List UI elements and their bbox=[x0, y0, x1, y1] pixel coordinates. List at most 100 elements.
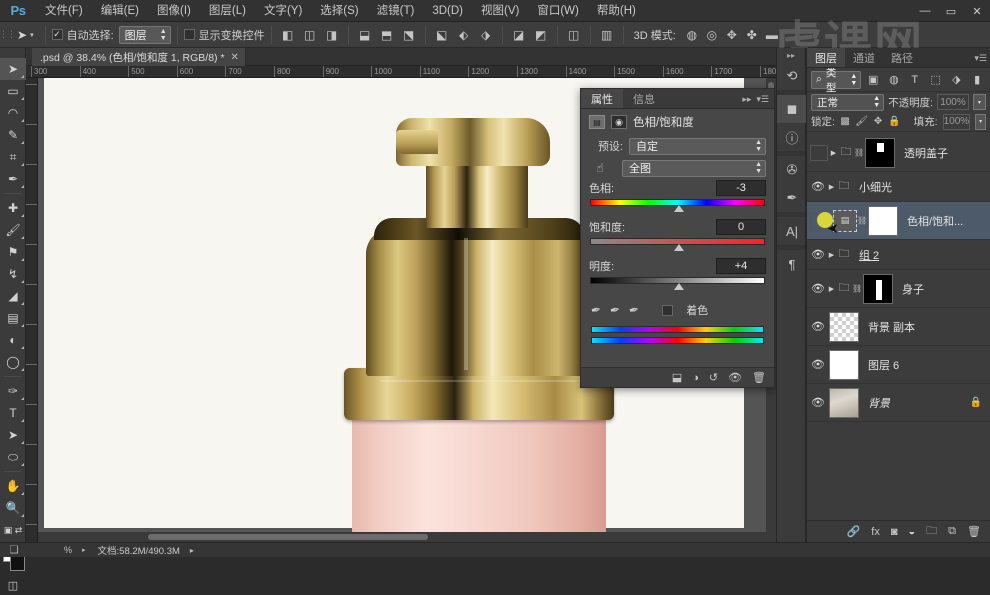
layer-name[interactable]: 背景 bbox=[868, 395, 890, 411]
saturation-slider-thumb[interactable] bbox=[674, 244, 684, 251]
opacity-value[interactable]: 100% bbox=[937, 94, 969, 110]
eyedropper-subtract-icon[interactable]: ✒ bbox=[628, 302, 640, 318]
roll-3d-icon[interactable]: ◎ bbox=[702, 25, 722, 45]
show-transform-checkbox[interactable] bbox=[183, 29, 195, 40]
menu-filter[interactable]: 滤镜(T) bbox=[368, 0, 424, 22]
layer-thumbnail[interactable] bbox=[829, 349, 859, 380]
expand-group-icon[interactable]: ▶ bbox=[827, 285, 836, 293]
layers-panel-menu-icon[interactable]: ▾☰ bbox=[974, 48, 987, 68]
layer-name[interactable]: 小细光 bbox=[859, 179, 892, 195]
layer-visibility-toggle[interactable]: 👁 bbox=[809, 396, 827, 409]
align-left-icon[interactable]: ◧ bbox=[278, 25, 298, 45]
canvas-horizontal-scrollbar[interactable] bbox=[38, 532, 766, 542]
quick-mask-toggle[interactable]: ◫ bbox=[0, 575, 26, 595]
lock-transparent-pixels-icon[interactable]: ▩ bbox=[840, 115, 850, 129]
canvas-hscroll-thumb[interactable] bbox=[148, 534, 428, 540]
align-right-icon[interactable]: ◨ bbox=[322, 25, 342, 45]
table-row[interactable]: ▶ 🗀 ⛓ 透明盖子 bbox=[807, 134, 990, 172]
tool-gradient[interactable]: ▤ bbox=[0, 307, 26, 329]
tool-blur[interactable]: ◐ bbox=[0, 329, 26, 351]
tool-marquee[interactable]: ▭ bbox=[0, 80, 26, 102]
dock-brushes-icon[interactable]: ✇ bbox=[777, 156, 807, 184]
distribute-top-icon[interactable]: ⬕ bbox=[432, 25, 452, 45]
auto-align-icon[interactable]: ▥ bbox=[597, 25, 617, 45]
filter-shape-icon[interactable]: ⬚ bbox=[927, 71, 945, 89]
align-top-icon[interactable]: ⬓ bbox=[355, 25, 375, 45]
menu-type[interactable]: 文字(Y) bbox=[255, 0, 311, 22]
menu-layer[interactable]: 图层(L) bbox=[200, 0, 255, 22]
minimize-button[interactable]: — bbox=[912, 0, 938, 22]
tool-lasso[interactable]: ◠ bbox=[0, 102, 26, 124]
layer-list[interactable]: ▶ 🗀 ⛓ 透明盖子 👁 ▶ 🗀 小细光 ▤ ⛓ 色相/饱和... ➤ 👁 ▶ … bbox=[807, 134, 990, 520]
tab-properties[interactable]: 属性 bbox=[581, 89, 623, 108]
layer-visibility-toggle[interactable]: 👁 bbox=[809, 282, 827, 295]
table-row[interactable]: 👁 图层 6 bbox=[807, 346, 990, 384]
reset-icon[interactable]: ↺ bbox=[709, 371, 718, 384]
dock-paragraph-icon[interactable]: ¶ bbox=[777, 250, 807, 278]
distribute-vcenter-icon[interactable]: ⬖ bbox=[454, 25, 474, 45]
auto-select-dropdown[interactable]: 图层 ▲ ▼ bbox=[118, 25, 171, 44]
menu-select[interactable]: 选择(S) bbox=[311, 0, 367, 22]
new-group-icon[interactable]: 🗀 bbox=[926, 522, 937, 541]
hue-slider-thumb[interactable] bbox=[674, 205, 684, 212]
table-row[interactable]: 👁 ▶ 🗀 组 2 bbox=[807, 240, 990, 270]
table-row[interactable]: 👁 ▶ 🗀 ⛓ 身子 bbox=[807, 270, 990, 308]
table-row[interactable]: 👁 ▶ 🗀 小细光 bbox=[807, 172, 990, 202]
preset-dropdown[interactable]: 自定 ▲ ▼ bbox=[629, 137, 766, 155]
filter-type-icon[interactable]: T bbox=[906, 71, 924, 89]
expand-group-icon[interactable]: ▶ bbox=[827, 251, 836, 259]
collapse-icon[interactable]: ▸▸ bbox=[742, 94, 751, 105]
layer-thumbnail[interactable] bbox=[829, 387, 859, 418]
menu-image[interactable]: 图像(I) bbox=[148, 0, 200, 22]
tool-eyedropper[interactable]: ✒ bbox=[0, 168, 26, 190]
layer-name[interactable]: 身子 bbox=[902, 281, 924, 297]
dock-info-icon[interactable]: ⓘ bbox=[777, 123, 807, 151]
lock-image-pixels-icon[interactable]: 🖌 bbox=[855, 115, 868, 129]
tool-dodge[interactable]: ◯ bbox=[0, 351, 26, 373]
layer-name[interactable]: 透明盖子 bbox=[904, 145, 948, 161]
layer-mask-thumbnail[interactable] bbox=[865, 137, 895, 168]
lock-all-icon[interactable]: 🔒 bbox=[888, 115, 900, 129]
clip-to-layer-icon[interactable]: ⬓ bbox=[672, 371, 682, 384]
layer-name[interactable]: 组 2 bbox=[859, 247, 879, 263]
layer-name[interactable]: 背景 副本 bbox=[868, 319, 915, 335]
zoom-arrow-icon[interactable]: ▸ bbox=[78, 546, 90, 554]
distribute-left-icon[interactable]: ◪ bbox=[509, 25, 529, 45]
adjustment-layer-icon[interactable]: ◉ bbox=[611, 115, 627, 129]
filter-kind-dropdown[interactable]: ⌕ 类型 ▲ ▼ bbox=[811, 67, 862, 94]
fill-slider-button[interactable]: ▾ bbox=[975, 113, 986, 130]
filter-toggle-switch[interactable]: ▮ bbox=[968, 71, 986, 89]
eyedropper-icon[interactable]: ✒ bbox=[590, 302, 602, 318]
tab-channels[interactable]: 通道 bbox=[845, 48, 883, 67]
maximize-button[interactable]: ▭ bbox=[938, 0, 964, 22]
align-bottom-icon[interactable]: ⬔ bbox=[399, 25, 419, 45]
menu-edit[interactable]: 编辑(E) bbox=[92, 0, 148, 22]
zoom-level[interactable]: % bbox=[28, 545, 78, 555]
dock-character-icon[interactable]: A| bbox=[777, 217, 807, 245]
tab-paths[interactable]: 路径 bbox=[883, 48, 921, 67]
status-expand-icon[interactable]: ▸ bbox=[180, 546, 194, 555]
tool-history-brush[interactable]: ↯ bbox=[0, 263, 26, 285]
previous-state-icon[interactable]: ◑ bbox=[692, 372, 699, 384]
lock-position-icon[interactable]: ✥ bbox=[873, 115, 883, 129]
hue-value[interactable]: -3 bbox=[716, 180, 766, 196]
menu-file[interactable]: 文件(F) bbox=[36, 0, 92, 22]
menu-help[interactable]: 帮助(H) bbox=[588, 0, 645, 22]
dock-adjustments-icon[interactable]: ◼ bbox=[777, 95, 807, 123]
distribute-hcenter-icon[interactable]: ◩ bbox=[531, 25, 551, 45]
tool-pen[interactable]: ✑ bbox=[0, 380, 26, 402]
align-vcenter-icon[interactable]: ⬒ bbox=[377, 25, 397, 45]
tool-path-selection[interactable]: ➤ bbox=[0, 424, 26, 446]
layer-name[interactable]: 色相/饱和... bbox=[907, 213, 963, 229]
dock-clone-source-icon[interactable]: ✒ bbox=[777, 184, 807, 212]
new-layer-icon[interactable]: ⧉ bbox=[948, 525, 956, 538]
filter-pixel-icon[interactable]: ▣ bbox=[864, 71, 882, 89]
menu-window[interactable]: 窗口(W) bbox=[528, 0, 588, 22]
layer-visibility-toggle[interactable]: 👁 bbox=[809, 358, 827, 371]
table-row[interactable]: 👁 背景 🔒 bbox=[807, 384, 990, 422]
default-colors-toggle[interactable]: ▣ ⇄ bbox=[0, 519, 26, 541]
expand-group-icon[interactable]: ▶ bbox=[829, 149, 838, 157]
tool-move[interactable]: ➤ bbox=[0, 58, 26, 80]
delete-layer-icon[interactable]: 🗑 bbox=[967, 525, 981, 538]
tab-info[interactable]: 信息 bbox=[623, 89, 665, 108]
